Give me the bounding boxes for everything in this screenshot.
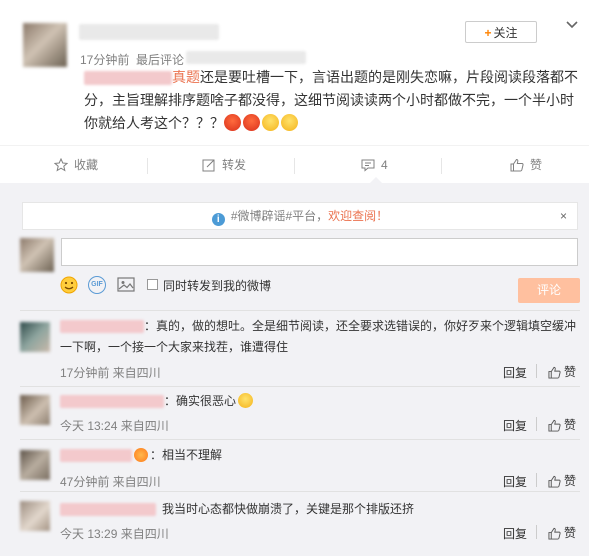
post-source-blur bbox=[186, 51, 306, 64]
divider bbox=[294, 158, 295, 174]
thumbs-up-icon bbox=[548, 527, 561, 540]
commenter-name[interactable] bbox=[60, 320, 144, 334]
comment-meta: 47分钟前 来自四川 bbox=[60, 475, 161, 489]
comment-like-button[interactable]: 赞 bbox=[548, 416, 576, 433]
notice-tag-text[interactable]: #微博辟谣#平台， bbox=[231, 209, 328, 223]
crying-emoji-icon bbox=[262, 114, 279, 131]
collect-button[interactable]: 收藏 bbox=[53, 146, 99, 184]
repost-button[interactable]: 转发 bbox=[202, 146, 246, 184]
chevron-down-icon[interactable] bbox=[565, 18, 579, 32]
comment-text: ：真的，做的想吐。全是细节阅读，还全要求选错误的，你好歹来个逻辑填空缓冲一下啊，… bbox=[60, 316, 580, 358]
submit-comment-button[interactable]: 评论 bbox=[518, 278, 580, 303]
comment-like-label: 赞 bbox=[564, 474, 577, 488]
comment-body: ：相当不理解 bbox=[150, 448, 223, 462]
crying-emoji-icon bbox=[281, 114, 298, 131]
my-avatar[interactable] bbox=[20, 238, 54, 272]
comment-avatar[interactable] bbox=[20, 501, 50, 531]
thumbs-up-icon bbox=[548, 419, 561, 432]
repost-icon bbox=[202, 159, 215, 172]
notice-highlight-text[interactable]: 欢迎查阅！ bbox=[328, 209, 388, 223]
comment-body: ：确实很恶心 bbox=[164, 394, 237, 408]
comment-like-label: 赞 bbox=[564, 418, 577, 432]
plus-icon: + bbox=[484, 26, 492, 40]
follow-button[interactable]: + 关注 bbox=[465, 21, 537, 43]
comment-like-label: 赞 bbox=[564, 526, 577, 540]
comment-meta: 17分钟前 来自四川 bbox=[60, 366, 161, 380]
crying-emoji-icon bbox=[238, 393, 254, 408]
thumbs-up-icon bbox=[510, 158, 524, 172]
reply-button[interactable]: 回复 bbox=[503, 473, 527, 490]
post-username[interactable] bbox=[79, 24, 219, 40]
reply-button[interactable]: 回复 bbox=[503, 525, 527, 542]
divider bbox=[147, 158, 148, 174]
angry-emoji-icon bbox=[243, 114, 260, 131]
comment-avatar[interactable] bbox=[20, 395, 50, 425]
comment-text: 我当时心态都快做崩溃了，关键是那个排版还挤 bbox=[60, 499, 580, 520]
divider bbox=[536, 417, 537, 431]
thumbs-up-icon bbox=[548, 475, 561, 488]
gif-icon[interactable]: GIF bbox=[88, 276, 106, 294]
info-icon: i bbox=[211, 213, 225, 226]
commenter-name[interactable] bbox=[60, 503, 156, 517]
gif-label: GIF bbox=[91, 281, 103, 288]
post-avatar[interactable] bbox=[23, 23, 67, 67]
follow-label: 关注 bbox=[493, 26, 518, 40]
like-label: 赞 bbox=[530, 158, 543, 172]
commenter-name[interactable] bbox=[60, 449, 132, 463]
emoji-icon[interactable] bbox=[60, 276, 78, 294]
badge-icon bbox=[134, 448, 148, 462]
star-icon bbox=[53, 157, 69, 172]
divider bbox=[536, 364, 537, 378]
divider bbox=[536, 525, 537, 539]
comment-input[interactable] bbox=[61, 238, 578, 266]
comment-avatar[interactable] bbox=[20, 322, 50, 352]
comment-icon bbox=[361, 159, 375, 172]
comment-body: 我当时心态都快做崩溃了，关键是那个排版还挤 bbox=[162, 502, 415, 516]
comment-divider bbox=[20, 310, 580, 311]
comment-count: 4 bbox=[381, 158, 388, 172]
comment-like-label: 赞 bbox=[564, 365, 577, 379]
comment-text: ：确实很恶心 bbox=[60, 391, 580, 412]
comment-divider bbox=[20, 439, 580, 440]
thumbs-up-icon bbox=[548, 366, 561, 379]
close-icon[interactable]: × bbox=[560, 203, 567, 229]
divider bbox=[536, 473, 537, 487]
repost-checkbox-label[interactable]: 同时转发到我的微博 bbox=[163, 277, 271, 294]
reply-button[interactable]: 回复 bbox=[503, 364, 527, 381]
comment-divider bbox=[20, 491, 580, 492]
comment-like-button[interactable]: 赞 bbox=[548, 524, 576, 541]
repost-label: 转发 bbox=[222, 158, 247, 172]
commenter-name[interactable] bbox=[60, 395, 164, 409]
comment-like-button[interactable]: 赞 bbox=[548, 472, 576, 489]
divider bbox=[441, 158, 442, 174]
image-icon[interactable] bbox=[117, 276, 135, 293]
comment-meta: 今天 13:29 来自四川 bbox=[60, 527, 169, 541]
post-topic-link[interactable]: 真题 bbox=[172, 69, 200, 85]
post-action-bar: 收藏 转发 4 赞 bbox=[0, 145, 589, 184]
reply-button[interactable]: 回复 bbox=[503, 417, 527, 434]
rumor-notice-bar: i #微博辟谣#平台，欢迎查阅！ × bbox=[22, 202, 578, 230]
comment-avatar[interactable] bbox=[20, 450, 50, 480]
like-button[interactable]: 赞 bbox=[510, 146, 542, 184]
angry-emoji-icon bbox=[224, 114, 241, 131]
post-text: 真题还是要吐槽一下，言语出题的是刚失恋嘛，片段阅读段落都不分，主旨理解排序题啥子… bbox=[84, 66, 582, 135]
comment-like-button[interactable]: 赞 bbox=[548, 363, 576, 380]
comment-divider bbox=[20, 386, 580, 387]
repost-checkbox[interactable] bbox=[147, 279, 158, 290]
collect-label: 收藏 bbox=[74, 158, 99, 172]
comment-text: ：相当不理解 bbox=[60, 445, 580, 466]
mention-blur[interactable] bbox=[84, 71, 172, 86]
comment-section: i #微博辟谣#平台，欢迎查阅！ × GIF 同时转发到我的微博 评论 ：真的，做… bbox=[0, 183, 589, 556]
comment-meta: 今天 13:24 来自四川 bbox=[60, 419, 169, 433]
